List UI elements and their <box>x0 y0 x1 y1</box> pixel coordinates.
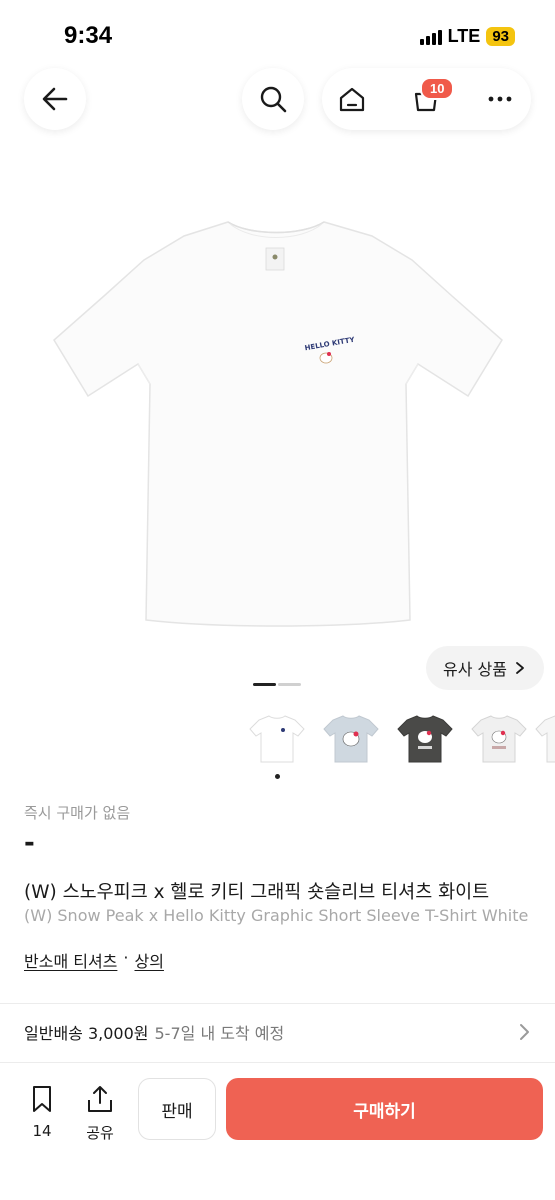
status-bar: 9:34 LTE 93 <box>0 0 555 60</box>
back-arrow-icon <box>42 87 68 111</box>
cart-count-badge: 10 <box>420 77 455 100</box>
thumbnail-indicator <box>275 774 280 779</box>
wishlist-button[interactable]: 14 <box>22 1084 62 1140</box>
pager-inactive <box>278 683 301 686</box>
share-button[interactable]: 공유 <box>80 1084 120 1143</box>
network-type: LTE <box>447 26 481 46</box>
thumbnail-strip <box>246 708 555 770</box>
breadcrumb: 반소매 티셔츠 · 상의 <box>24 948 164 972</box>
search-button[interactable] <box>242 68 304 130</box>
similar-products-button[interactable]: 유사 상품 <box>426 646 544 690</box>
signal-icon <box>419 29 442 45</box>
product-title-ko: (W) 스노우피크 x 헬로 키티 그래픽 숏슬리브 티셔츠 화이트 <box>24 882 490 903</box>
similar-products-label: 유사 상품 <box>443 660 507 679</box>
thumbnail-charcoal[interactable] <box>394 708 456 770</box>
battery-level: 93 <box>486 27 515 46</box>
home-button[interactable] <box>322 68 382 130</box>
bookmark-icon <box>33 1086 51 1112</box>
breadcrumb-category[interactable]: 반소매 티셔츠 <box>24 948 117 972</box>
image-pager <box>253 683 301 686</box>
thumbnail-lightblue[interactable] <box>320 708 382 770</box>
wishlist-count: 14 <box>32 1122 52 1140</box>
more-button[interactable] <box>470 68 530 130</box>
more-icon <box>488 96 512 102</box>
share-label: 공유 <box>86 1124 114 1142</box>
shipping-row[interactable]: 일반배송 3,000원 5-7일 내 도착 예정 <box>24 1020 284 1044</box>
shipping-label: 일반배송 3,000원 <box>24 1024 149 1043</box>
breadcrumb-separator: · <box>123 948 129 967</box>
status-time: 9:34 <box>64 22 113 49</box>
thumbnail-more[interactable] <box>532 708 555 770</box>
product-title-en: (W) Snow Peak x Hello Kitty Graphic Shor… <box>24 906 529 925</box>
product-image[interactable]: HELLO KITTY <box>40 200 515 640</box>
buy-button[interactable]: 구매하기 <box>226 1078 543 1140</box>
chevron-right-icon[interactable] <box>516 1022 534 1042</box>
thumbnail-grey[interactable] <box>468 708 530 770</box>
chevron-right-icon <box>516 662 524 674</box>
price: - <box>24 828 35 858</box>
back-button[interactable] <box>24 68 86 130</box>
pager-active <box>253 683 276 686</box>
thumbnail-white[interactable] <box>246 708 308 770</box>
search-icon <box>260 86 287 113</box>
instant-buy-status: 즉시 구매가 없음 <box>24 804 131 822</box>
status-indicators: LTE 93 <box>419 26 515 47</box>
shipping-eta: 5-7일 내 도착 예정 <box>154 1024 285 1043</box>
sell-button[interactable]: 판매 <box>138 1078 216 1140</box>
divider <box>0 1003 555 1004</box>
home-icon <box>339 87 365 112</box>
share-icon <box>88 1086 112 1112</box>
breadcrumb-parent-category[interactable]: 상의 <box>135 948 164 972</box>
